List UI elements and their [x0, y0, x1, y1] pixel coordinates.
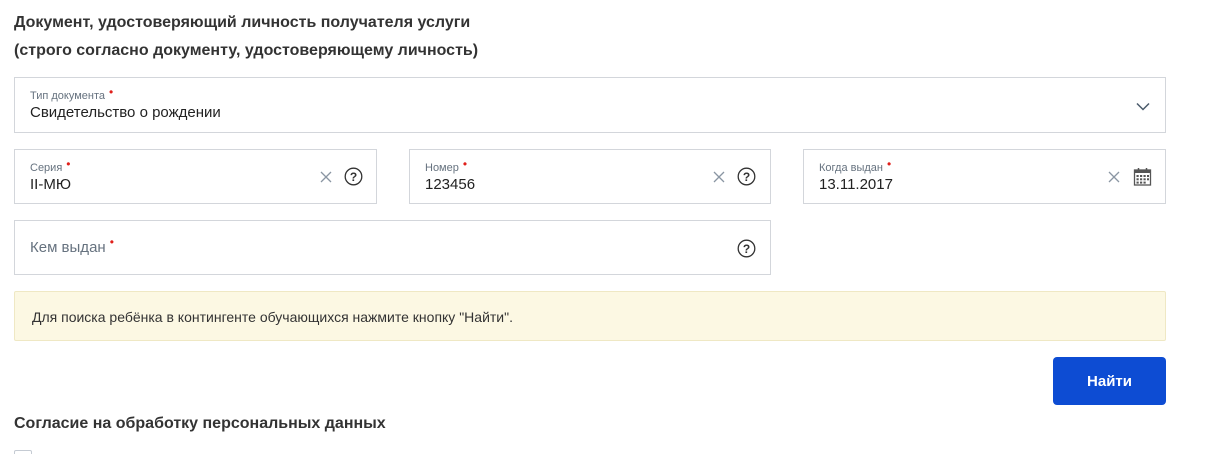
number-label: Номер	[425, 162, 459, 174]
issued-by-placeholder-wrap: Кем выдан •	[30, 235, 114, 256]
issue-date-label: Когда выдан	[819, 162, 883, 174]
clear-x-icon[interactable]	[711, 169, 727, 185]
doc-type-label: Тип документа	[30, 90, 106, 102]
number-field[interactable]: Номер • 123456 ?	[409, 149, 771, 204]
issue-date-value: 13.11.2017	[819, 176, 893, 193]
notice-text: Для поиска ребёнка в контингенте обучающ…	[32, 309, 513, 325]
help-circle-icon[interactable]: ?	[736, 166, 756, 186]
issue-date-field[interactable]: Когда выдан • 13.11.2017	[803, 149, 1166, 204]
clear-x-icon[interactable]	[318, 169, 334, 185]
document-form: Документ, удостоверяющий личность получа…	[0, 0, 1208, 454]
consent-checkbox[interactable]	[14, 450, 32, 454]
series-value: II-МЮ	[30, 176, 71, 193]
help-circle-icon[interactable]: ?	[736, 238, 756, 258]
required-mark: •	[109, 235, 114, 249]
required-mark: •	[887, 157, 892, 171]
info-notice: Для поиска ребёнка в контингенте обучающ…	[14, 291, 1166, 341]
consent-title: Согласие на обработку персональных данны…	[14, 415, 386, 432]
required-mark: •	[462, 157, 468, 171]
svg-text:?: ?	[349, 169, 356, 183]
chevron-down-icon[interactable]	[1135, 98, 1151, 114]
doc-type-select[interactable]: Тип документа • Свидетельство о рождении	[14, 77, 1166, 133]
svg-text:?: ?	[742, 169, 749, 183]
series-label-wrap: Серия •	[30, 157, 71, 174]
svg-text:?: ?	[742, 241, 749, 255]
required-mark: •	[66, 157, 71, 171]
required-mark: •	[109, 85, 114, 99]
series-label: Серия	[30, 162, 63, 174]
issued-by-field[interactable]: Кем выдан • ?	[14, 220, 771, 275]
help-circle-icon[interactable]: ?	[343, 166, 363, 186]
doc-type-value: Свидетельство о рождении	[30, 104, 221, 121]
number-value: 123456	[425, 176, 476, 193]
section-title-line1: Документ, удостоверяющий личность получа…	[14, 14, 471, 31]
find-button[interactable]: Найти	[1053, 357, 1166, 405]
doc-type-label-wrap: Тип документа •	[30, 85, 114, 102]
issued-by-placeholder: Кем выдан	[30, 239, 106, 256]
series-field[interactable]: Серия • II-МЮ ?	[14, 149, 377, 204]
number-label-wrap: Номер •	[425, 157, 468, 174]
section-title-line2: (строго согласно документу, удостоверяющ…	[14, 42, 479, 59]
issue-date-label-wrap: Когда выдан •	[819, 157, 892, 174]
calendar-icon[interactable]	[1132, 166, 1152, 186]
clear-x-icon[interactable]	[1106, 169, 1122, 185]
